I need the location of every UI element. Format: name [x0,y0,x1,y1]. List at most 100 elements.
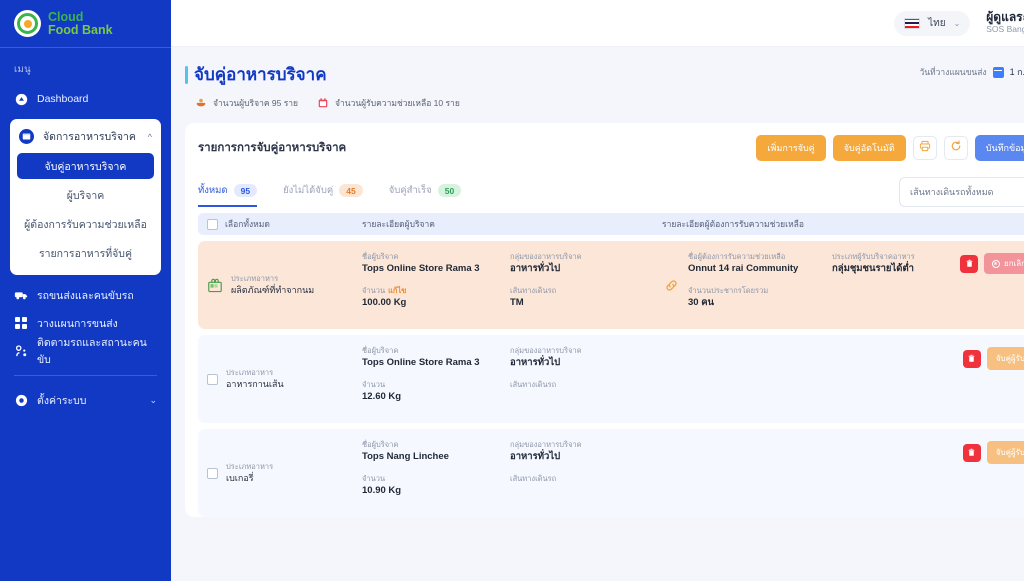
sidebar-item-dashboard[interactable]: Dashboard [0,85,171,113]
gear-icon [14,393,28,407]
sidebar-subitem-label: ผู้บริจาค [67,187,105,204]
brand-logo-block[interactable]: Cloud Food Bank [0,0,171,47]
donor-cell: ชื่อผู้บริจาค Tops Online Store Rama 3 จ… [362,251,662,319]
add-match-button[interactable]: เพิ่มการจับคู่ [756,135,825,161]
recipient-type-label: ประเภทผู้รับบริจาคอาหาร [832,251,960,262]
tab-matched[interactable]: จับคู่สำเร็จ 50 [389,183,461,207]
user-org: SOS Bangkok [986,24,1024,35]
match-recipient-button[interactable]: จับคู่ผู้รับ [987,347,1024,370]
page-title: จับคู่อาหารบริจาค [194,61,327,88]
transport-date[interactable]: วันที่วางแผนขนส่ง 1 ก.พ. 2567 [919,61,1024,79]
sidebar-item-matched-list[interactable]: รายการอาหารที่จับคู่ [17,240,154,266]
save-button[interactable]: บันทึกข้อมูล [975,135,1024,161]
sidebar-item-match-food[interactable]: จับคู่อาหารบริจาค [17,153,154,179]
user-name: ผู้ดูแลระบบ [986,11,1024,24]
auto-match-button[interactable]: จับคู่อัตโนมัติ [833,135,906,161]
link-icon [662,278,680,293]
top-bar: ไทย ⌄ ผู้ดูแลระบบ SOS Bangkok ⌄ [171,0,1024,47]
donor-name-label: ชื่อผู้บริจาค [362,439,490,450]
population-value: 30 คน [688,296,816,310]
row-actions: ยกเลิก [960,251,1024,274]
route-label: เส้นทางเดินรถ [510,379,638,390]
user-menu[interactable]: ผู้ดูแลระบบ SOS Bangkok ⌄ [986,11,1024,35]
delete-button[interactable] [963,350,981,368]
table-row[interactable]: ประเภทอาหาร เบเกอรี่ ชื่อผู้บริจาค Tops … [198,429,1024,517]
sidebar-item-label: ติดตามรถและสถานะคนขับ [37,334,157,368]
route-value: TM [510,296,638,310]
food-group-value: อาหารทั่วไป [510,450,638,464]
sidebar-item-label: ตั้งค่าระบบ [37,392,86,409]
grid-icon [14,316,28,330]
stat-donors: จำนวนผู้บริจาค 95 ราย [194,96,298,110]
card-header: รายการการจับคู่อาหารบริจาค เพิ่มการจับคู… [198,135,1024,161]
language-label: ไทย [928,16,945,31]
recipient-name-label: ชื่อผู้ต้องการรับความช่วยเหลือ [688,251,816,262]
delete-button[interactable] [960,255,978,273]
sidebar: Cloud Food Bank เมนู Dashboard จัดการอาห… [0,0,171,581]
donor-name-label: ชื่อผู้บริจาค [362,251,490,262]
quantity-label: จำนวนแก้ไข [362,285,490,296]
sidebar-item-donors[interactable]: ผู้บริจาค [17,182,154,208]
edit-quantity-link[interactable]: แก้ไข [388,286,406,295]
date-value: 1 ก.พ. 2567 [1010,65,1024,79]
row-checkbox[interactable] [207,468,218,479]
food-type-label: ประเภทอาหาร [226,461,273,472]
language-selector[interactable]: ไทย ⌄ [894,11,970,36]
sidebar-item-tracking[interactable]: ติดตามรถและสถานะคนขับ [0,337,171,365]
content-area: จับคู่อาหารบริจาค จำนวนผู้บริจาค 95 ราย [171,47,1024,581]
refresh-icon [950,139,962,157]
tab-count: 95 [234,184,257,197]
route-filter-select[interactable]: เส้นทางเดินรถทั้งหมด ⌄ [899,177,1024,207]
cancel-label: ยกเลิก [1004,257,1024,270]
sidebar-subitem-label: จับคู่อาหารบริจาค [45,158,127,175]
table-header: เลือกทั้งหมด รายละเอียดผู้บริจาค รายละเอ… [198,213,1024,235]
route-label: เส้นทางเดินรถ [510,473,638,484]
cancel-circle-icon [992,260,1000,268]
donor-cell: ชื่อผู้บริจาค Tops Nang Linchee จำนวน 10… [362,439,662,507]
quantity-value: 10.90 Kg [362,484,490,498]
quantity-value: 12.60 Kg [362,390,490,404]
select-all-cell: เลือกทั้งหมด [207,217,362,231]
food-type-cell: ประเภทอาหาร อาหารกานเส้น [207,367,362,391]
tab-all[interactable]: ทั้งหมด 95 [198,183,257,207]
main-area: ไทย ⌄ ผู้ดูแลระบบ SOS Bangkok ⌄ จับคู่อา… [171,0,1024,581]
food-type-label: ประเภทอาหาร [226,367,284,378]
refresh-button[interactable] [944,136,968,160]
leaf-circle-logo-icon [14,10,41,37]
cancel-match-button[interactable]: ยกเลิก [984,253,1024,274]
sidebar-item-transport-plan[interactable]: วางแผนการขนส่ง [0,309,171,337]
tab-label: ทั้งหมด [198,183,228,198]
sidebar-group-header[interactable]: จัดการอาหารบริจาค ^ [10,123,161,150]
calendar-icon [993,67,1004,78]
sidebar-item-settings[interactable]: ตั้งค่าระบบ ⌄ [0,386,171,414]
food-group-value: อาหารทั่วไป [510,262,638,276]
recipient-icon [316,97,329,110]
sidebar-item-vehicles-drivers[interactable]: รถขนส่งและคนขับรถ [0,281,171,309]
brand-text: Cloud Food Bank [48,11,113,37]
print-button[interactable] [913,136,937,160]
donor-name-value: Tops Online Store Rama 3 [362,356,490,370]
delete-button[interactable] [963,444,981,462]
truck-icon [14,288,28,302]
sidebar-item-label: วางแผนการขนส่ง [37,315,118,332]
food-type-value: เบเกอรี่ [226,472,273,485]
tabs: ทั้งหมด 95 ยังไม่ได้จับคู่ 45 จับคู่สำเร… [198,183,461,207]
sidebar-item-recipients[interactable]: ผู้ต้องการรับความช่วยเหลือ [17,211,154,237]
donor-name-label: ชื่อผู้บริจาค [362,345,490,356]
table-row[interactable]: ประเภทอาหาร อาหารกานเส้น ชื่อผู้บริจาค T… [198,335,1024,423]
tab-unmatched[interactable]: ยังไม่ได้จับคู่ 45 [283,183,363,207]
row-checkbox[interactable] [207,374,218,385]
population-label: จำนวนประชากรโดยรวม [688,285,816,296]
stat-recipients: จำนวนผู้รับความช่วยเหลือ 10 ราย [316,96,460,110]
printer-icon [919,139,931,157]
table-row[interactable]: ประเภทอาหาร ผลิตภัณฑ์ที่ทำจากนม ชื่อผู้บ… [198,241,1024,329]
dashboard-icon [14,92,28,106]
sidebar-subitem-label: ผู้ต้องการรับความช่วยเหลือ [24,216,147,233]
tabs-row: ทั้งหมด 95 ยังไม่ได้จับคู่ 45 จับคู่สำเร… [198,177,1024,207]
quantity-value: 100.00 Kg [362,296,490,310]
food-type-cell: ประเภทอาหาร เบเกอรี่ [207,461,362,485]
food-group-label: กลุ่มของอาหารบริจาค [510,345,638,356]
match-recipient-button[interactable]: จับคู่ผู้รับ [987,441,1024,464]
food-type-label: ประเภทอาหาร [231,273,314,284]
select-all-checkbox[interactable] [207,219,218,230]
